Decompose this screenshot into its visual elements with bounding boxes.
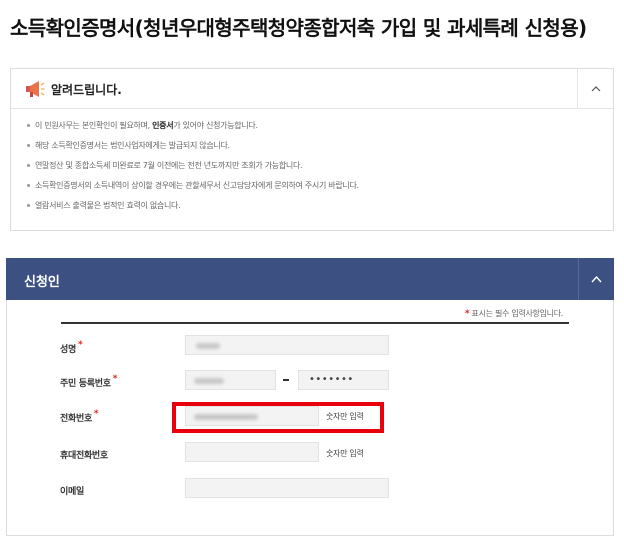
phone-label-text: 전화번호 — [60, 414, 92, 424]
mobile-label: 휴대전화번호 — [60, 451, 108, 461]
rrn-label-text: 주민 등록번호 — [60, 379, 111, 389]
notice-item: 이 민원사무는 본인확인이 필요하며, 인증서가 있어야 신청가능합니다. — [27, 121, 613, 131]
required-note-text: 표시는 필수 입력사항입니다. — [471, 309, 564, 318]
email-field[interactable] — [185, 478, 389, 498]
notice-item-text: 열람서비스 출력물은 법적인 효력이 없습니다. — [35, 201, 181, 210]
bullet-icon — [27, 164, 30, 167]
required-mark: * — [112, 374, 118, 384]
notice-item-text: 연말정산 및 종합소득세 미완료로 7월 이전에는 전전 년도까지만 조회가 가… — [35, 161, 303, 170]
notice-item-text: 이 민원사무는 본인확인이 필요하며, — [35, 121, 153, 130]
redacted-value — [196, 343, 220, 349]
email-label: 이메일 — [60, 487, 84, 497]
required-mark: * — [464, 309, 470, 319]
mobile-field[interactable] — [185, 442, 319, 462]
notice-panel: 알려드립니다. 이 민원사무는 본인확인이 필요하며, 인증서가 있어야 신청가… — [10, 68, 614, 231]
rrn-back-masked-value: ••••••• — [309, 374, 354, 385]
applicant-collapse-button[interactable] — [578, 258, 614, 300]
name-label: 성명 * — [60, 340, 83, 355]
name-label-text: 성명 — [60, 345, 76, 355]
name-field[interactable] — [185, 335, 389, 355]
required-mark: * — [93, 409, 99, 419]
rrn-back-field[interactable]: ••••••• — [298, 370, 389, 390]
phone-label: 전화번호 * — [60, 409, 99, 424]
bullet-icon — [27, 144, 30, 147]
notice-item-text: 가 있어야 신청가능합니다. — [173, 121, 258, 130]
required-mark: * — [77, 340, 83, 350]
rrn-separator — [283, 379, 289, 381]
notice-item: 열람서비스 출력물은 법적인 효력이 없습니다. — [27, 201, 613, 211]
applicant-section-header: 신청인 — [6, 258, 614, 300]
bullet-icon — [27, 204, 30, 207]
phone-highlight-box — [172, 402, 384, 433]
rrn-label: 주민 등록번호 * — [60, 374, 118, 389]
notice-list: 이 민원사무는 본인확인이 필요하며, 인증서가 있어야 신청가능합니다. 해당… — [11, 109, 613, 211]
notice-header: 알려드립니다. — [11, 69, 613, 109]
applicant-section-title: 신청인 — [24, 275, 60, 290]
redacted-value — [194, 378, 224, 384]
mobile-hint: 숫자만 입력 — [326, 449, 364, 458]
notice-title: 알려드립니다. — [51, 83, 122, 97]
notice-item-emphasis: 인증서 — [152, 121, 174, 130]
bullet-icon — [27, 184, 30, 187]
notice-item-text: 소득확인증명서의 소득내역이 상이할 경우에는 관할세무서 신고담당자에게 문의… — [35, 181, 359, 190]
notice-item: 해당 소득확인증명서는 법인사업자에게는 발급되지 않습니다. — [27, 141, 613, 151]
chevron-up-icon — [591, 275, 602, 282]
notice-item: 연말정산 및 종합소득세 미완료로 7월 이전에는 전전 년도까지만 조회가 가… — [27, 161, 613, 171]
rrn-front-field[interactable] — [185, 370, 276, 390]
chevron-up-icon — [591, 86, 600, 92]
page-title: 소득확인증명서(청년우대형주택청약종합저축 가입 및 과세특례 신청용) — [10, 16, 587, 40]
required-note: * 표시는 필수 입력사항입니다. — [465, 308, 563, 319]
notice-item: 소득확인증명서의 소득내역이 상이할 경우에는 관할세무서 신고담당자에게 문의… — [27, 181, 613, 191]
notice-collapse-button[interactable] — [577, 69, 613, 109]
form-top-rule — [61, 322, 569, 324]
notice-item-text: 해당 소득확인증명서는 법인사업자에게는 발급되지 않습니다. — [35, 141, 230, 150]
megaphone-icon — [26, 81, 45, 97]
bullet-icon — [27, 124, 30, 127]
